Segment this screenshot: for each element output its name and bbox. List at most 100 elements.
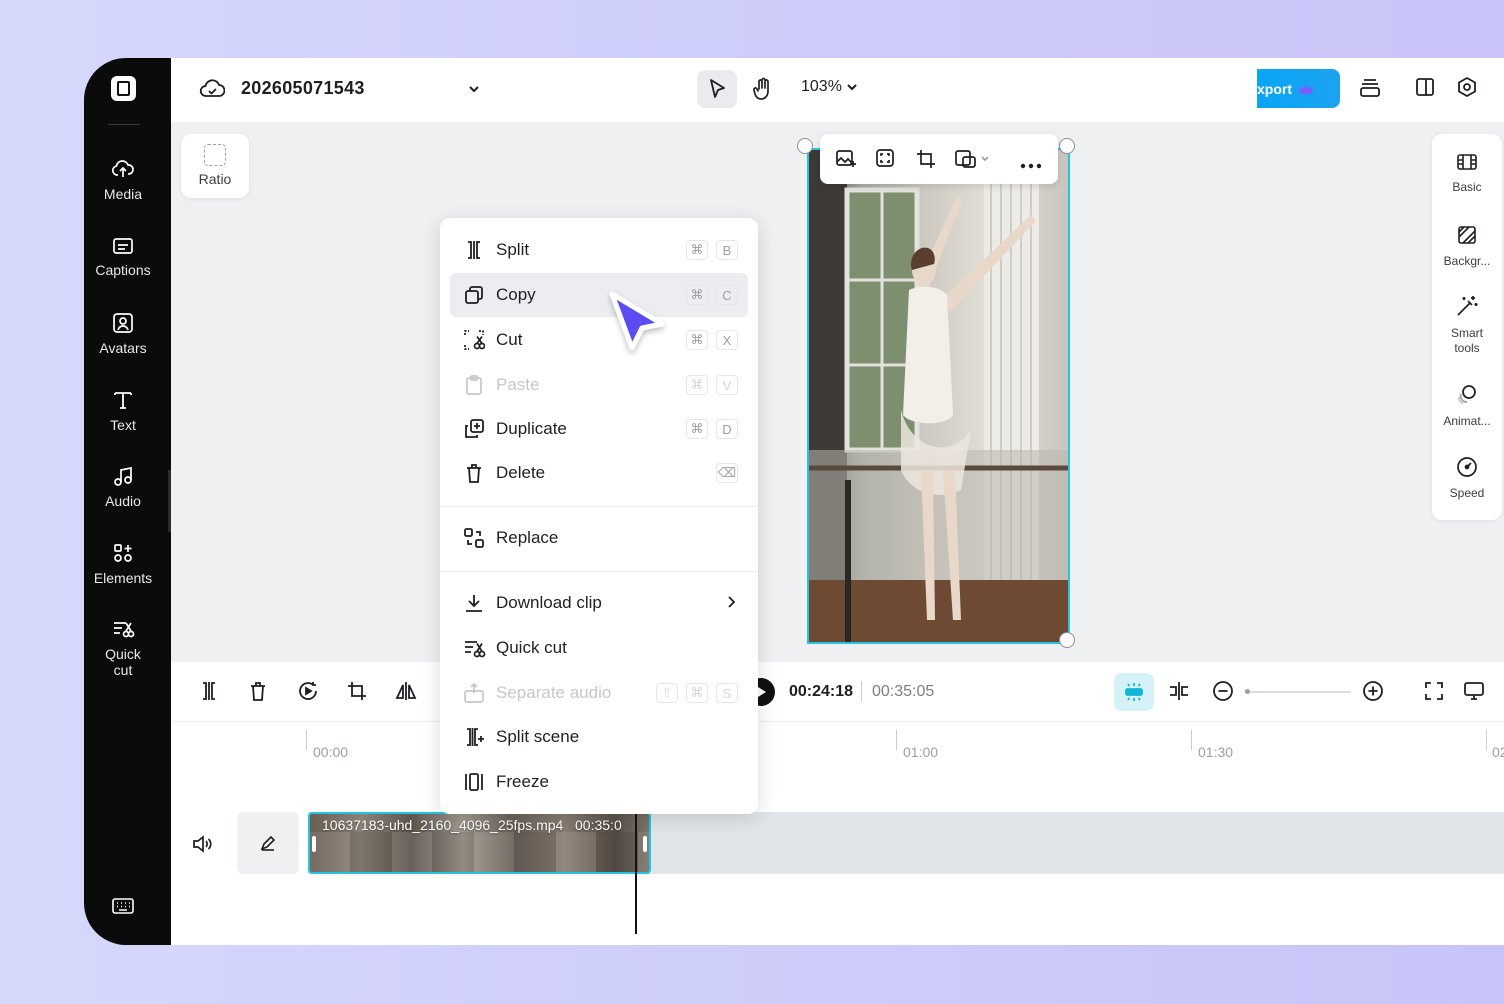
preview-mode-button[interactable] xyxy=(1463,680,1485,707)
panel-item-background[interactable]: Backgr... xyxy=(1432,224,1502,269)
menu-item-duplicate[interactable]: Duplicate ⌘ D xyxy=(450,407,748,451)
sidebar-item-audio[interactable]: Audio xyxy=(84,465,162,509)
clip-trim-left-handle[interactable] xyxy=(312,836,316,852)
left-sidebar: Media Captions Avatars Text Audio Elemen… xyxy=(84,58,171,945)
panel-item-animation[interactable]: Animat... xyxy=(1432,382,1502,429)
sidebar-item-text[interactable]: Text xyxy=(84,389,162,433)
menu-item-separate-audio[interactable]: Separate audio ⇧ ⌘ S xyxy=(450,671,748,715)
resize-handle-top-right[interactable] xyxy=(1059,138,1075,154)
mask-icon xyxy=(955,150,989,168)
zoom-dropdown[interactable]: 103% xyxy=(801,78,858,96)
menu-item-label: Separate audio xyxy=(496,683,612,702)
app-logo[interactable] xyxy=(111,76,136,101)
timeline-ruler[interactable]: 00:00 01:00 01:30 02 xyxy=(171,722,1504,762)
editor-app: Media Captions Avatars Text Audio Elemen… xyxy=(84,58,1504,945)
video-preview[interactable] xyxy=(807,148,1070,644)
sidebar-item-label: Text xyxy=(110,417,136,433)
crop-button[interactable] xyxy=(915,148,937,175)
shortcut-key: B xyxy=(716,240,738,260)
menu-item-label: Download clip xyxy=(496,593,602,612)
sidebar-item-avatars[interactable]: Avatars xyxy=(84,312,162,356)
minus-circle-icon xyxy=(1213,681,1233,701)
preview-canvas[interactable]: Ratio Basic Backgr... Smart tools Animat… xyxy=(171,122,1504,662)
keyboard-shortcuts-button[interactable] xyxy=(111,896,135,921)
playhead[interactable] xyxy=(635,812,637,934)
menu-item-cut[interactable]: Cut ⌘ X xyxy=(450,318,748,362)
total-time: 00:35:05 xyxy=(872,683,935,700)
ratio-button[interactable]: Ratio xyxy=(181,134,249,198)
expand-icon xyxy=(1425,682,1443,700)
split-tool-button[interactable] xyxy=(199,680,219,707)
magnet-snap-button[interactable] xyxy=(1114,673,1154,711)
crop-icon xyxy=(917,150,935,168)
export-label: xport xyxy=(1257,80,1292,97)
sidebar-item-captions[interactable]: Captions xyxy=(84,236,162,278)
menu-item-split-scene[interactable]: Split scene xyxy=(450,715,748,759)
shortcut-key: C xyxy=(716,285,738,305)
layout-panel-button[interactable] xyxy=(1414,76,1436,103)
menu-item-copy[interactable]: Copy ⌘ C xyxy=(450,273,748,317)
music-note-icon xyxy=(114,466,132,486)
resize-handle-bottom-right[interactable] xyxy=(1059,632,1075,648)
sidebar-item-label: cut xyxy=(113,662,133,678)
panel-item-basic[interactable]: Basic xyxy=(1432,152,1502,195)
export-button[interactable]: xport xyxy=(1257,69,1340,108)
menu-item-download-clip[interactable]: Download clip xyxy=(450,581,748,625)
top-bar: 202605071543 103% xport xyxy=(171,58,1504,122)
settings-button[interactable] xyxy=(1456,76,1478,103)
panel-item-label: tools xyxy=(1454,341,1480,355)
pointer-icon xyxy=(710,79,725,98)
video-clip[interactable]: 10637183-uhd_2160_4096_25fps.mp4 00:35:0 xyxy=(308,812,651,874)
time-divider xyxy=(861,681,862,701)
select-tool-button[interactable] xyxy=(697,70,737,108)
menu-item-freeze[interactable]: Freeze xyxy=(450,760,748,804)
zoom-in-button[interactable] xyxy=(1362,680,1384,707)
fit-button[interactable] xyxy=(875,148,895,173)
shortcut-key: ⇧ xyxy=(656,683,678,703)
quick-cut-icon xyxy=(114,622,135,638)
sidebar-item-media[interactable]: Media xyxy=(84,158,162,202)
layers-button[interactable] xyxy=(1358,76,1382,105)
speaker-icon xyxy=(193,835,212,853)
zoom-slider[interactable] xyxy=(1245,689,1351,694)
panel-item-label: Basic xyxy=(1452,180,1482,194)
sidebar-item-elements[interactable]: Elements xyxy=(84,542,162,586)
cover-edit-button[interactable] xyxy=(237,812,299,874)
fit-icon xyxy=(876,149,894,167)
sidebar-item-label: Quick xyxy=(105,646,141,662)
zoom-out-button[interactable] xyxy=(1212,680,1234,707)
menu-item-replace[interactable]: Replace xyxy=(450,516,748,560)
replace-media-button[interactable] xyxy=(835,148,857,175)
resize-handle-top-left[interactable] xyxy=(797,138,813,154)
project-name[interactable]: 202605071543 xyxy=(241,78,365,99)
crop-tool-button[interactable] xyxy=(346,680,368,707)
shortcut-key: ⌘ xyxy=(686,330,708,350)
sidebar-item-quick-cut[interactable]: Quick cut xyxy=(84,618,162,678)
track-mute-button[interactable] xyxy=(191,834,213,859)
menu-item-label: Replace xyxy=(496,528,559,547)
panel-item-smart-tools[interactable]: Smart tools xyxy=(1432,294,1502,356)
reverse-tool-button[interactable] xyxy=(297,680,319,707)
zoom-value: 103% xyxy=(801,78,842,95)
crop-icon xyxy=(348,682,366,700)
chevron-down-icon[interactable] xyxy=(467,82,481,101)
menu-item-label: Duplicate xyxy=(496,419,567,438)
menu-item-paste[interactable]: Paste ⌘ V xyxy=(450,363,748,407)
delete-tool-button[interactable] xyxy=(248,680,268,707)
menu-item-quick-cut[interactable]: Quick cut xyxy=(450,626,748,670)
flip-tool-button[interactable] xyxy=(395,680,417,707)
cloud-upload-icon xyxy=(111,160,134,177)
menu-item-split[interactable]: Split ⌘ B xyxy=(450,228,748,272)
floating-toolbar xyxy=(820,134,1058,184)
background-remove-button[interactable] xyxy=(954,148,989,175)
clip-trim-right-handle[interactable] xyxy=(643,836,647,852)
cloud-sync-icon[interactable] xyxy=(199,78,226,105)
menu-item-delete[interactable]: Delete ⌫ xyxy=(450,451,748,495)
copy-icon xyxy=(465,286,483,304)
hand-tool-button[interactable] xyxy=(743,70,783,108)
fit-timeline-button[interactable] xyxy=(1423,680,1445,707)
split-view-button[interactable] xyxy=(1167,680,1191,707)
more-options-button[interactable] xyxy=(1020,156,1042,174)
panel-item-speed[interactable]: Speed xyxy=(1432,456,1502,501)
ruler-label: 01:00 xyxy=(903,744,939,760)
